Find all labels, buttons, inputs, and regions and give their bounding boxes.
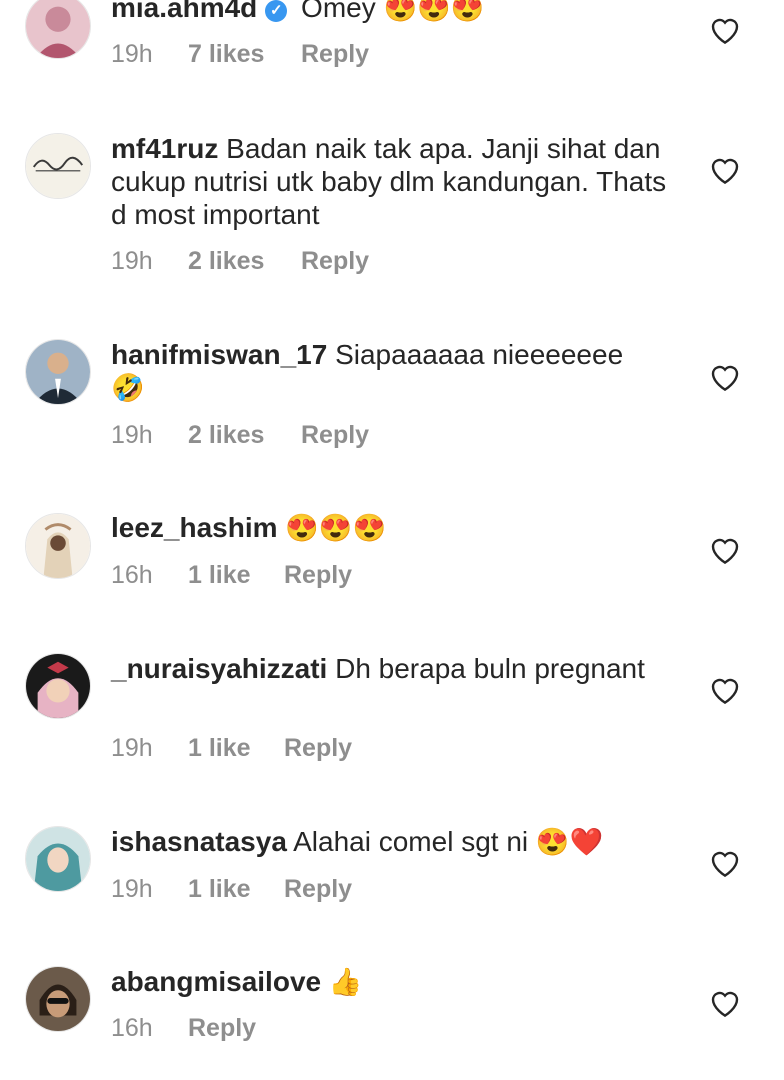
heart-outline-icon[interactable] (709, 156, 741, 184)
comment-emoji: 👍 (328, 967, 363, 997)
comment-emoji: 😍😍😍 (285, 513, 387, 543)
heart-outline-icon[interactable] (709, 676, 741, 704)
comment-text: leez_hashim 😍😍😍 (111, 511, 671, 545)
comment-time: 19h (111, 734, 153, 762)
heart-outline-icon[interactable] (709, 849, 741, 877)
reply-button[interactable]: Reply (301, 40, 369, 69)
comment-body: Siapaaaaaa nieeeeeee (327, 339, 624, 370)
avatar-image (26, 967, 90, 1031)
heart-outline-icon[interactable] (709, 16, 741, 44)
comment-meta: 16h 1 like Reply (111, 561, 352, 590)
avatar[interactable] (25, 0, 91, 59)
comment-time: 19h (111, 40, 153, 68)
avatar[interactable] (25, 339, 91, 405)
avatar[interactable] (25, 653, 91, 719)
comment-meta: 19h 7 likes Reply (111, 40, 369, 69)
comment-meta: 19h 2 likes Reply (111, 247, 369, 276)
comment-body: Alahai comel sgt ni (286, 826, 536, 857)
reply-button[interactable]: Reply (284, 734, 352, 763)
comment-time: 16h (111, 1014, 153, 1042)
comment-likes[interactable]: 7 likes (188, 40, 301, 69)
reply-button[interactable]: Reply (188, 1014, 256, 1043)
comment-emoji: 😍❤️ (535, 827, 604, 857)
comment-likes[interactable]: 1 like (188, 561, 284, 590)
heart-outline-icon[interactable] (709, 989, 741, 1017)
comment-username[interactable]: ishasnatasya (111, 826, 287, 857)
reply-button[interactable]: Reply (301, 247, 369, 276)
comment-body (321, 966, 329, 997)
comment-username[interactable]: leez_hashim (111, 512, 278, 543)
comment-meta: 19h 2 likes Reply (111, 421, 369, 450)
avatar-image (26, 134, 90, 198)
comment-text: mia.ahm4d ✓ Omey 😍😍😍 (111, 0, 671, 25)
comment-likes[interactable]: 1 like (188, 734, 284, 763)
avatar-image (26, 0, 90, 58)
comment-text: ishasnatasya Alahai comel sgt ni 😍❤️ (111, 825, 671, 859)
reply-button[interactable]: Reply (284, 561, 352, 590)
comment-likes[interactable]: 1 like (188, 875, 284, 904)
comment-username[interactable]: mia.ahm4d (111, 0, 257, 23)
heart-outline-icon[interactable] (709, 536, 741, 564)
avatar-image (26, 514, 90, 578)
comment-username[interactable]: _nuraisyahizzati (111, 653, 327, 684)
comment-username[interactable]: mf41ruz (111, 133, 218, 164)
comment-text: abangmisailove 👍 (111, 965, 671, 999)
comment-meta: 19h 1 like Reply (111, 734, 352, 763)
comment-text: hanifmiswan_17 Siapaaaaaa nieeeeeee 🤣 (111, 338, 671, 405)
comment-likes[interactable]: 2 likes (188, 247, 301, 276)
heart-outline-icon[interactable] (709, 363, 741, 391)
comment-meta: 19h 1 like Reply (111, 875, 352, 904)
avatar[interactable] (25, 133, 91, 199)
avatar-image (26, 340, 90, 404)
reply-button[interactable]: Reply (301, 421, 369, 450)
comment-time: 19h (111, 875, 153, 903)
comment-body: Dh berapa buln pregnant (327, 653, 645, 684)
comment-emoji: 😍😍😍 (383, 0, 485, 23)
comment-time: 19h (111, 421, 153, 449)
comment-likes[interactable]: 2 likes (188, 421, 301, 450)
comment-meta: 16h Reply (111, 1014, 256, 1043)
comment-time: 16h (111, 561, 153, 589)
comment-time: 19h (111, 247, 153, 275)
verified-badge-icon: ✓ (265, 0, 288, 22)
comment-username[interactable]: hanifmiswan_17 (111, 339, 327, 370)
comment-text: _nuraisyahizzati Dh berapa buln pregnant (111, 652, 671, 685)
avatar[interactable] (25, 966, 91, 1032)
comment-body: Omey (293, 0, 384, 23)
avatar-image (26, 654, 90, 718)
comment-username[interactable]: abangmisailove (111, 966, 321, 997)
reply-button[interactable]: Reply (284, 875, 352, 904)
comment-emoji: 🤣 (111, 373, 145, 403)
avatar[interactable] (25, 513, 91, 579)
avatar-image (26, 827, 90, 891)
avatar[interactable] (25, 826, 91, 892)
comment-text: mf41ruz Badan naik tak apa. Janji sihat … (111, 132, 671, 231)
